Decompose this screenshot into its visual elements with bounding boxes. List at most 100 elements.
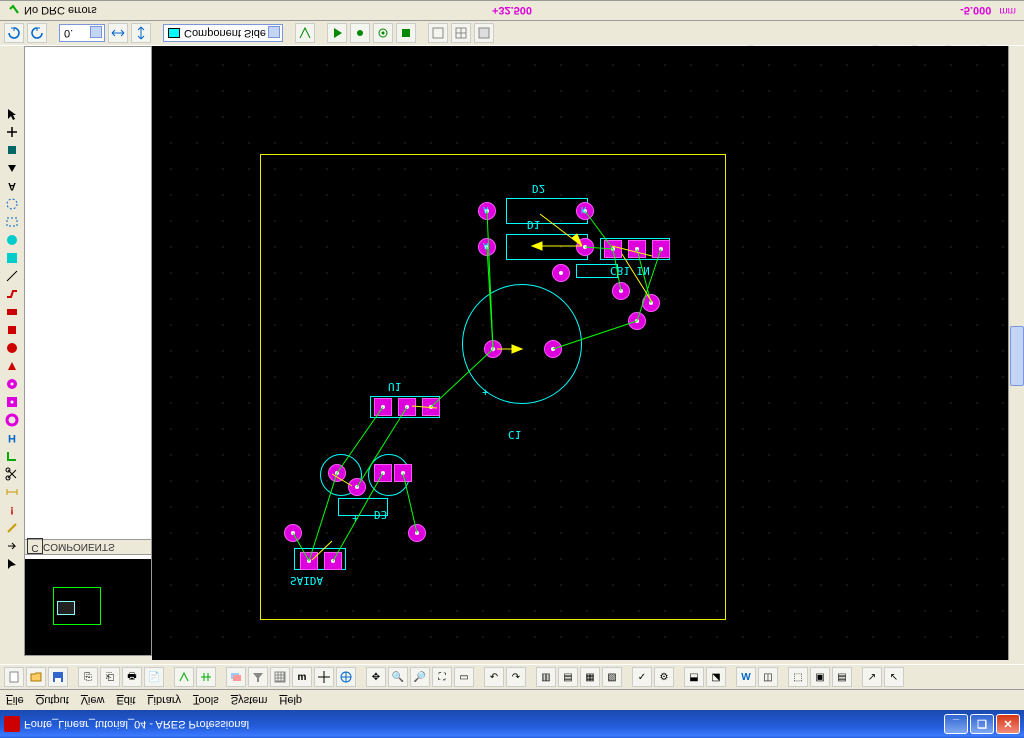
ratsnest bbox=[152, 46, 1022, 660]
triangle-down-icon[interactable] bbox=[3, 160, 21, 176]
autoplace-icon[interactable]: ⬓ bbox=[684, 667, 704, 687]
minimize-button[interactable]: _ bbox=[944, 714, 968, 734]
undo-button[interactable] bbox=[4, 23, 24, 43]
zoomin-icon[interactable]: 🔍 bbox=[388, 667, 408, 687]
origin-icon[interactable] bbox=[314, 667, 334, 687]
menubar: File Output View Edit Library Tools Syst… bbox=[0, 690, 1024, 710]
target-icon[interactable] bbox=[336, 667, 356, 687]
pcb-canvas[interactable]: D2 D1 CB1 IN C1 U1 D3 SAIDA + + A K A bbox=[152, 46, 1022, 660]
pointer2-icon[interactable] bbox=[3, 556, 21, 572]
menu-edit[interactable]: Edit bbox=[116, 694, 135, 706]
board-icon[interactable]: ▣ bbox=[810, 667, 830, 687]
view3d-icon[interactable]: ⬚ bbox=[788, 667, 808, 687]
grid3-icon[interactable] bbox=[474, 23, 494, 43]
rect-red-icon[interactable] bbox=[3, 304, 21, 320]
play-icon[interactable] bbox=[327, 23, 347, 43]
dashrect-icon[interactable] bbox=[3, 214, 21, 230]
redo2-icon[interactable]: ↷ bbox=[506, 667, 526, 687]
arrows-h-icon[interactable] bbox=[108, 23, 128, 43]
undo2-icon[interactable]: ↶ bbox=[484, 667, 504, 687]
corner-icon[interactable] bbox=[3, 448, 21, 464]
align1-icon[interactable]: ▥ bbox=[536, 667, 556, 687]
panel-tab-components[interactable]: COMPONENTS bbox=[25, 539, 151, 555]
menu-file[interactable]: File bbox=[6, 694, 24, 706]
poly-red-icon[interactable] bbox=[3, 358, 21, 374]
layers-icon[interactable] bbox=[226, 667, 246, 687]
open-icon[interactable] bbox=[26, 667, 46, 687]
window-title: Fonte_Linear_tutorial_04 - ARES Professi… bbox=[24, 718, 249, 730]
grid-icon[interactable] bbox=[270, 667, 290, 687]
report-icon[interactable]: 📄 bbox=[144, 667, 164, 687]
excl-icon[interactable]: ! bbox=[3, 502, 21, 518]
menu-tools[interactable]: Tools bbox=[193, 694, 219, 706]
scissors-icon[interactable] bbox=[3, 466, 21, 482]
pad-round-icon[interactable] bbox=[3, 376, 21, 392]
menu-view[interactable]: View bbox=[81, 694, 105, 706]
circle-red-icon[interactable] bbox=[3, 340, 21, 356]
save-icon[interactable] bbox=[48, 667, 68, 687]
drc-status: No DRC errors bbox=[8, 5, 97, 17]
ratsnest-icon[interactable] bbox=[295, 23, 315, 43]
layer-combo[interactable]: Component Side bbox=[163, 24, 283, 42]
trace-icon[interactable] bbox=[3, 286, 21, 302]
square-red-icon[interactable] bbox=[3, 322, 21, 338]
route-node-icon[interactable] bbox=[350, 23, 370, 43]
exit-icon[interactable]: ↗ bbox=[862, 667, 882, 687]
zoomout-icon[interactable]: 🔎 bbox=[410, 667, 430, 687]
export-icon[interactable]: ⎗ bbox=[100, 667, 120, 687]
route-gear-icon[interactable] bbox=[373, 23, 393, 43]
ic-icon[interactable] bbox=[3, 142, 21, 158]
plus-icon[interactable] bbox=[3, 124, 21, 140]
zoomarea-icon[interactable]: ▭ bbox=[454, 667, 474, 687]
align3-icon[interactable]: ▦ bbox=[580, 667, 600, 687]
zoomfit-icon[interactable]: ⛶ bbox=[432, 667, 452, 687]
net2-icon[interactable] bbox=[196, 667, 216, 687]
probe-icon[interactable] bbox=[3, 520, 21, 536]
cursor-icon[interactable] bbox=[3, 106, 21, 122]
misc1-icon[interactable]: ◫ bbox=[758, 667, 778, 687]
menu-library[interactable]: Library bbox=[147, 694, 181, 706]
net-icon[interactable] bbox=[174, 667, 194, 687]
square-cyan-icon[interactable] bbox=[3, 250, 21, 266]
component-list[interactable] bbox=[25, 47, 151, 545]
center-icon[interactable]: ✥ bbox=[366, 667, 386, 687]
tool-x1-icon[interactable]: ⚙ bbox=[654, 667, 674, 687]
circle-cyan-icon[interactable] bbox=[3, 232, 21, 248]
via-icon[interactable]: H bbox=[3, 430, 21, 446]
arrows-v-icon[interactable] bbox=[131, 23, 151, 43]
maximize-button[interactable]: ❐ bbox=[970, 714, 994, 734]
filter-icon[interactable] bbox=[248, 667, 268, 687]
pick-icon[interactable]: ↖ bbox=[884, 667, 904, 687]
dashcircle-icon[interactable] bbox=[3, 196, 21, 212]
line-icon[interactable] bbox=[3, 268, 21, 284]
menu-help[interactable]: Help bbox=[279, 694, 302, 706]
snap-combo[interactable]: 0. bbox=[59, 24, 105, 42]
grid2-icon[interactable] bbox=[451, 23, 471, 43]
grid1-icon[interactable] bbox=[428, 23, 448, 43]
menu-output[interactable]: Output bbox=[36, 694, 69, 706]
text-icon[interactable]: A bbox=[3, 178, 21, 194]
panel-icon[interactable]: ▤ bbox=[832, 667, 852, 687]
autoroute-icon[interactable]: ⬔ bbox=[706, 667, 726, 687]
print-icon[interactable]: 🖶 bbox=[122, 667, 142, 687]
drc-icon[interactable]: ✓ bbox=[632, 667, 652, 687]
dim-icon[interactable] bbox=[3, 484, 21, 500]
align4-icon[interactable]: ▧ bbox=[602, 667, 622, 687]
coord-x: +32.500 bbox=[492, 5, 532, 17]
stop-icon[interactable] bbox=[396, 23, 416, 43]
tool-palette: A H ! bbox=[0, 46, 24, 656]
align2-icon[interactable]: ▤ bbox=[558, 667, 578, 687]
w-icon[interactable]: W bbox=[736, 667, 756, 687]
scrollbar-v[interactable] bbox=[1008, 46, 1024, 660]
arrow-right-icon[interactable] bbox=[3, 538, 21, 554]
menu-system[interactable]: System bbox=[231, 694, 268, 706]
pad-square-icon[interactable] bbox=[3, 394, 21, 410]
overview-map[interactable] bbox=[25, 559, 151, 655]
import-icon[interactable]: ⎘ bbox=[78, 667, 98, 687]
pad-annulus-icon[interactable] bbox=[3, 412, 21, 428]
new-icon[interactable] bbox=[4, 667, 24, 687]
redo-button[interactable] bbox=[27, 23, 47, 43]
m-icon[interactable]: m bbox=[292, 667, 312, 687]
component-panel: COMPONENTS bbox=[24, 46, 152, 656]
close-button[interactable]: ✕ bbox=[996, 714, 1020, 734]
